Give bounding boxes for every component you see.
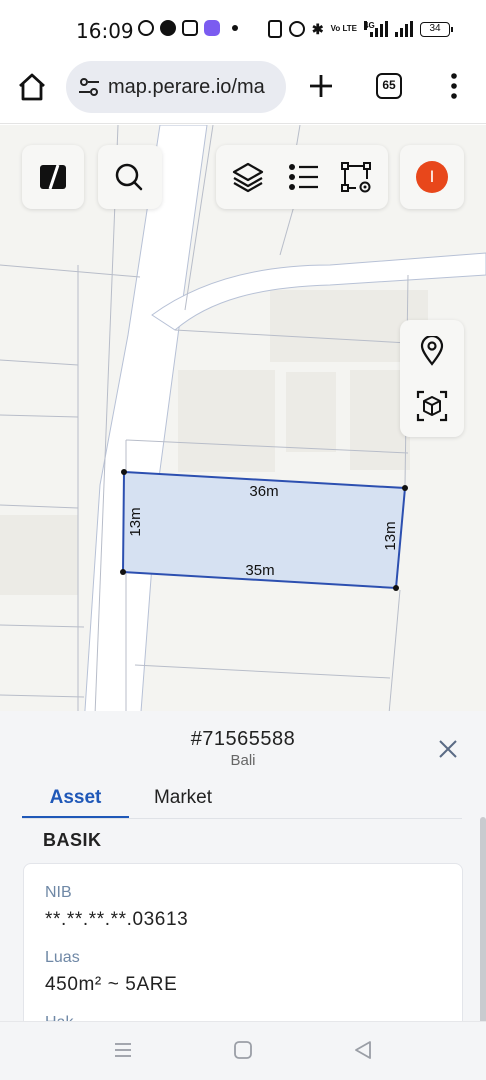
parcel-vertex[interactable] <box>393 585 399 591</box>
home-icon[interactable] <box>17 72 47 102</box>
map-side-controls <box>400 320 464 437</box>
measurement-left: 13m <box>127 507 144 536</box>
map-canvas[interactable]: 36m 35m 13m 13m I <box>0 125 486 715</box>
logo-icon <box>40 164 66 190</box>
site-settings-icon[interactable] <box>78 78 100 96</box>
network-type-label: 4G <box>364 21 375 30</box>
tab-market[interactable]: Market <box>129 785 237 819</box>
more-notifications-dot <box>232 25 238 31</box>
signal-icon <box>395 21 413 37</box>
whatsapp-icon <box>138 20 154 36</box>
measurement-bottom: 35m <box>245 562 274 579</box>
section-title: BASIK <box>43 830 102 850</box>
field-value-nib: **.**.**.**.03613 <box>45 909 189 930</box>
legend-list-icon[interactable] <box>288 163 320 191</box>
parcel-id-title: #71565588 <box>190 728 296 750</box>
avatar: I <box>416 161 448 193</box>
system-icons: ✱ Vo LTE 4G 34 <box>267 20 453 38</box>
app-logo-button[interactable] <box>22 145 84 209</box>
building <box>178 370 275 472</box>
building <box>0 515 78 595</box>
parcel-vertex[interactable] <box>402 485 408 491</box>
back-icon[interactable] <box>353 1040 373 1060</box>
tab-switcher-button[interactable]: 65 <box>376 73 402 99</box>
parcel-vertex[interactable] <box>120 569 126 575</box>
bluetooth-icon: ✱ <box>311 20 324 37</box>
url-text: map.perare.io/ma <box>108 76 265 98</box>
field-label-luas: Luas <box>45 949 80 966</box>
address-bar[interactable]: map.perare.io/ma <box>66 61 286 113</box>
battery-icon: 34 <box>420 21 453 37</box>
detail-tabs: Asset Market <box>22 785 237 819</box>
notification-icons <box>138 20 238 36</box>
parcel-details-sheet: #71565588 Bali Asset Market BASIK NIB **… <box>0 711 486 1023</box>
location-pin-icon[interactable] <box>420 336 444 366</box>
new-tab-icon[interactable] <box>307 72 335 100</box>
parcel-vertex[interactable] <box>121 469 127 475</box>
nfc-icon <box>267 20 282 38</box>
close-icon[interactable] <box>438 739 458 759</box>
alarm-icon <box>288 21 305 37</box>
home-nav-icon[interactable] <box>233 1040 253 1060</box>
signal-4g-icon: 4G <box>364 21 388 37</box>
basic-info-card: NIB **.**.**.**.03613 Luas 450m² ~ 5ARE … <box>23 863 463 1023</box>
browser-toolbar: map.perare.io/ma 65 <box>0 58 486 124</box>
3d-view-icon[interactable] <box>416 390 448 422</box>
search-button[interactable] <box>98 145 162 209</box>
status-bar: 16:09 ✱ Vo LTE 4G 34 <box>0 0 486 58</box>
tabs-divider <box>22 818 462 819</box>
field-label-nib: NIB <box>45 884 72 901</box>
polygon-settings-icon[interactable] <box>340 161 374 195</box>
parcel-region: Bali <box>230 752 256 769</box>
messenger-icon <box>204 20 220 36</box>
measurement-right: 13m <box>382 521 399 550</box>
building <box>286 372 336 452</box>
field-value-luas: 450m² ~ 5ARE <box>45 974 178 995</box>
volte-label: Vo LTE <box>330 24 357 33</box>
map-tools-group <box>216 145 388 209</box>
sheet-scrollbar[interactable] <box>480 817 486 1023</box>
measurement-top: 36m <box>249 483 278 500</box>
system-nav-bar <box>0 1021 486 1080</box>
facebook-icon <box>160 20 176 36</box>
user-avatar-button[interactable]: I <box>400 145 464 209</box>
status-time: 16:09 <box>76 19 134 43</box>
recent-apps-icon[interactable] <box>113 1040 133 1060</box>
search-icon <box>115 163 143 191</box>
more-menu-icon[interactable] <box>450 73 458 99</box>
tab-asset[interactable]: Asset <box>22 785 129 819</box>
layers-icon[interactable] <box>230 161 266 193</box>
instagram-icon <box>182 20 198 36</box>
